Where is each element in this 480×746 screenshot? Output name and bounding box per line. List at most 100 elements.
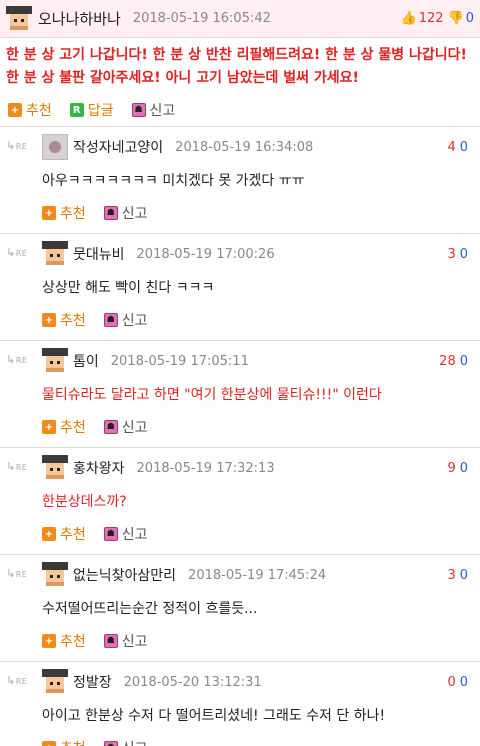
- comment-author-nickname[interactable]: 없는닉찾아삼만리: [73, 565, 176, 585]
- comment-recommend-button[interactable]: + 추천: [42, 417, 86, 437]
- comment-report-button[interactable]: ☗ 신고: [103, 310, 148, 330]
- report-icon: ☗: [103, 420, 118, 434]
- recommend-label: 추천: [60, 527, 86, 543]
- plus-icon: +: [42, 741, 56, 746]
- comment-upvote-count[interactable]: 0: [447, 675, 455, 690]
- comment-date: 2018-05-19 16:34:08: [175, 139, 314, 155]
- comment-avatar[interactable]: [42, 134, 68, 160]
- reply-label: 답글: [87, 103, 114, 119]
- reply-button[interactable]: R 답글: [69, 100, 114, 120]
- thumbs-down-icon: 👎: [447, 11, 464, 26]
- comment-date: 2018-05-19 17:00:26: [136, 246, 275, 262]
- comment-header: 정발장 2018-05-20 13:12:31 00: [42, 662, 480, 698]
- comment-text: 한분상데스까?: [42, 494, 127, 510]
- recommend-button[interactable]: + 추천: [8, 100, 52, 120]
- comment-text: 물티슈라도 달라고 하면 "여기 한분상에 물티슈!!!" 이런다: [42, 387, 382, 403]
- reply-arrow-icon: ↳RE: [6, 139, 28, 152]
- comment-upvote-count[interactable]: 3: [447, 568, 455, 583]
- comment-item: ↳RE 없는닉찾아삼만리 2018-05-19 17:45:24 30 수저떨어…: [0, 555, 480, 662]
- report-label: 신고: [121, 527, 148, 543]
- comment-votes: 30: [447, 568, 468, 583]
- plus-icon: +: [42, 527, 56, 541]
- comment-actions: + 추천 ☗ 신고: [42, 306, 480, 340]
- comment-header: 뭇대뉴비 2018-05-19 17:00:26 30: [42, 234, 480, 270]
- report-label: 신고: [121, 313, 148, 329]
- comment-votes: 00: [447, 675, 468, 690]
- comment-avatar[interactable]: [42, 348, 68, 374]
- comment-item: ↳RE 홍차왕자 2018-05-19 17:32:13 90 한분상데스까? …: [0, 448, 480, 555]
- comment-actions: + 추천 ☗ 신고: [42, 199, 480, 233]
- comment-author-nickname[interactable]: 뭇대뉴비: [73, 244, 125, 264]
- comment-header: 홍차왕자 2018-05-19 17:32:13 90: [42, 448, 480, 484]
- comment-recommend-button[interactable]: + 추천: [42, 524, 86, 544]
- comment-actions: + 추천 ☗ 신고: [42, 520, 480, 554]
- report-label: 신고: [121, 420, 148, 436]
- comment-actions: + 추천 ☗ 신고: [42, 627, 480, 661]
- comment-text: 수저떨어뜨리는순간 정적이 흐를듯...: [42, 601, 258, 617]
- comment-recommend-button[interactable]: + 추천: [42, 310, 86, 330]
- comment-item: ↳RE 톰이 2018-05-19 17:05:11 28 0 물티슈라도 달라고…: [0, 341, 480, 448]
- comment-downvote-count[interactable]: 0: [460, 461, 468, 476]
- comment-text: 상상만 해도 빡이 친다 ㅋㅋㅋ: [42, 280, 215, 296]
- plus-icon: +: [42, 206, 56, 220]
- plus-icon: +: [8, 103, 22, 117]
- reply-arrow-icon: ↳RE: [6, 460, 28, 473]
- downvote-button[interactable]: 👎 0: [448, 11, 474, 26]
- comment-votes: 40: [447, 140, 468, 155]
- upvote-count: 122: [418, 11, 444, 26]
- downvote-count: 0: [465, 11, 474, 26]
- comment-downvote-count[interactable]: 0: [460, 354, 468, 369]
- comment-downvote-count[interactable]: 0: [460, 568, 468, 583]
- report-icon: ☗: [103, 206, 118, 220]
- post-header: 오나나하바나 2018-05-19 16:05:42 👍 122 👎 0: [0, 0, 480, 38]
- comment-votes: 28 0: [439, 354, 468, 369]
- report-label: 신고: [122, 738, 148, 746]
- comment-author-nickname[interactable]: 톰이: [73, 351, 99, 371]
- report-button[interactable]: ☗ 신고: [131, 100, 175, 120]
- reply-arrow-icon: ↳RE: [6, 353, 28, 366]
- report-label: 신고: [121, 206, 148, 222]
- comment-downvote-count[interactable]: 0: [460, 140, 468, 155]
- comment-report-button[interactable]: ☗ 신고: [103, 203, 148, 223]
- comment-avatar[interactable]: [42, 562, 68, 588]
- recommend-label: 추천: [60, 634, 86, 650]
- comment-report-button[interactable]: ☗ 신고: [103, 417, 148, 437]
- comment-report-button[interactable]: ☗ 신고: [103, 631, 148, 651]
- comment-avatar[interactable]: [42, 241, 68, 267]
- comment-item: ↳RE 뭇대뉴비 2018-05-19 17:00:26 30 상상만 해도 빡…: [0, 234, 480, 341]
- post-author-nickname[interactable]: 오나나하바나: [38, 8, 121, 29]
- post-date: 2018-05-19 16:05:42: [132, 11, 271, 26]
- recommend-label: 추천: [60, 420, 86, 436]
- recommend-label: 추천: [60, 206, 86, 222]
- recommend-label: 추천: [60, 738, 86, 746]
- comment-date: 2018-05-20 13:12:31: [123, 674, 262, 690]
- comment-author-nickname[interactable]: 작성자네고양이: [73, 137, 163, 157]
- comment-recommend-button[interactable]: + 추천: [42, 631, 86, 651]
- comment-upvote-count[interactable]: 3: [447, 247, 455, 262]
- comment-recommend-button[interactable]: + 추천: [42, 203, 86, 223]
- comment-author-nickname[interactable]: 홍차왕자: [73, 458, 125, 478]
- author-avatar[interactable]: [6, 5, 32, 32]
- comment-report-button[interactable]: ☗ 신고: [103, 738, 148, 746]
- reply-arrow-icon: ↳RE: [6, 674, 28, 687]
- comment-actions: + 추천 ☗ 신고: [42, 734, 480, 746]
- comment-author-nickname[interactable]: 정발장: [73, 672, 112, 692]
- comment-recommend-button[interactable]: + 추천: [42, 738, 86, 746]
- comment-downvote-count[interactable]: 0: [460, 675, 468, 690]
- post-actions: + 추천 R 답글 ☗ 신고: [0, 96, 480, 126]
- report-icon: ☗: [103, 527, 118, 541]
- comment-upvote-count[interactable]: 9: [447, 461, 455, 476]
- comment-actions: + 추천 ☗ 신고: [42, 413, 480, 447]
- comment-upvote-count[interactable]: 28: [439, 354, 456, 369]
- comment-avatar[interactable]: [42, 455, 68, 481]
- comment-downvote-count[interactable]: 0: [460, 247, 468, 262]
- comment-text: 아우ㅋㅋㅋㅋㅋㅋㅋ 미치겠다 못 가겠다 ㅠㅠ: [42, 173, 305, 189]
- reply-icon: R: [69, 103, 84, 117]
- comment-votes: 30: [447, 247, 468, 262]
- comment-report-button[interactable]: ☗ 신고: [103, 524, 148, 544]
- report-icon: ☗: [103, 634, 118, 648]
- comment-date: 2018-05-19 17:45:24: [188, 567, 327, 583]
- upvote-button[interactable]: 👍 122: [401, 11, 444, 26]
- comment-avatar[interactable]: [42, 669, 68, 695]
- comment-upvote-count[interactable]: 4: [447, 140, 455, 155]
